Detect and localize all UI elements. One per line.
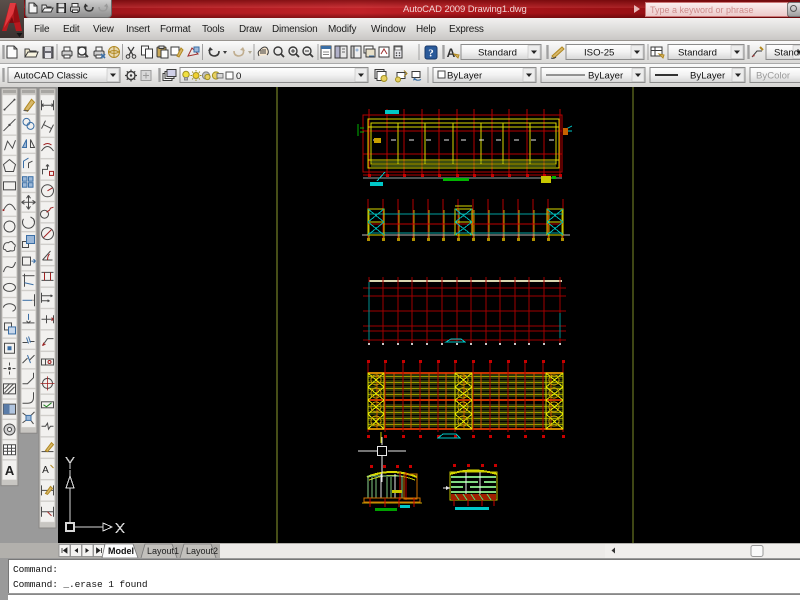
svg-text:Standard: Standard bbox=[678, 48, 717, 59]
svg-text:A: A bbox=[42, 465, 49, 476]
svg-text:A: A bbox=[5, 463, 15, 478]
svg-text:AutoCAD Classic: AutoCAD Classic bbox=[14, 71, 88, 82]
svg-text:ByLayer: ByLayer bbox=[447, 71, 483, 82]
svg-text:ISO-25: ISO-25 bbox=[584, 48, 614, 59]
svg-text:Model: Model bbox=[108, 546, 134, 556]
svg-text:Layout1: Layout1 bbox=[147, 546, 179, 556]
svg-text:ByLayer: ByLayer bbox=[690, 71, 726, 82]
svg-text:Layout2: Layout2 bbox=[186, 546, 218, 556]
svg-text:Standard: Standard bbox=[478, 48, 517, 59]
svg-text:0: 0 bbox=[236, 71, 241, 82]
svg-text:ByLayer: ByLayer bbox=[588, 71, 624, 82]
svg-text:ByColor: ByColor bbox=[756, 71, 791, 82]
svg-text:A: A bbox=[447, 46, 456, 60]
svg-text:?: ? bbox=[428, 48, 434, 60]
svg-text:Standard: Standard bbox=[774, 48, 800, 59]
